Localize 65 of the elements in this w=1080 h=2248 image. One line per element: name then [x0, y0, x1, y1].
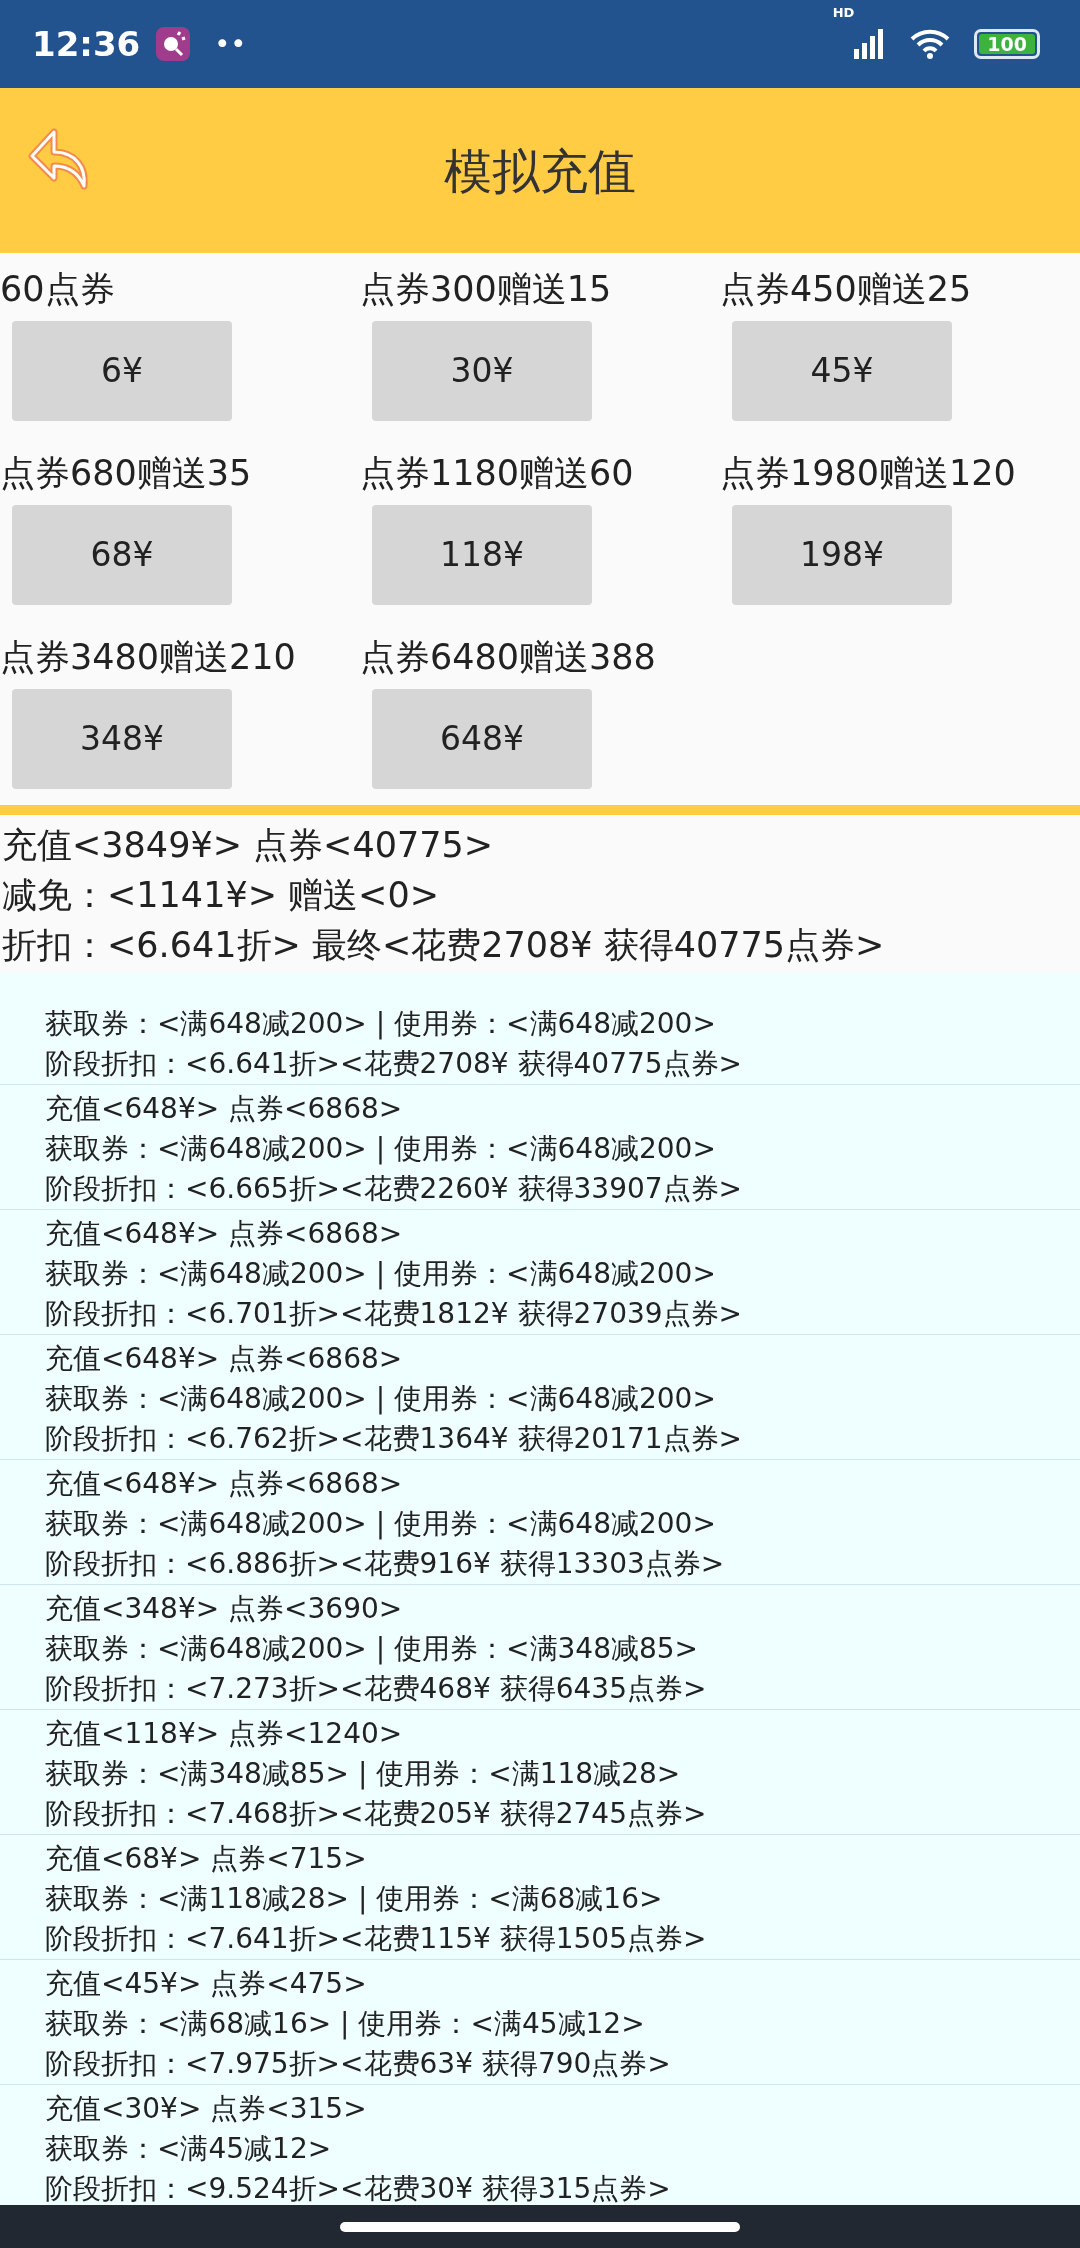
step-text: 获取券：<满45减12>	[45, 2131, 333, 2167]
step-text: 阶段折扣：<6.886折><花费916¥ 获得13303点券>	[45, 1546, 726, 1582]
package-label: 点券300赠送15	[360, 268, 612, 311]
step-text: 阶段折扣：<7.641折><花费115¥ 获得1505点券>	[45, 1921, 708, 1957]
step-text: 充值<648¥> 点券<6868>	[45, 1216, 404, 1252]
step-row[interactable]: 充值<648¥> 点券<6868> 获取券：<满648减200> | 使用券：<满648减200> 阶段折扣：<6.701折><花费1812¥ 获得27039点券>	[0, 1210, 1080, 1335]
price-button[interactable]: 348¥	[12, 689, 232, 789]
step-row[interactable]: 充值<648¥> 点券<6868> 获取券：<满648减200> | 使用券：<满648减200> 阶段折扣：<6.762折><花费1364¥ 获得20171点券>	[0, 1335, 1080, 1460]
home-indicator[interactable]	[340, 2221, 740, 2232]
step-text: 充值<68¥> 点券<715>	[45, 1841, 368, 1877]
step-row[interactable]: 充值<68¥> 点券<715> 获取券：<满118减28> | 使用券：<满68减16> 阶段折扣：<7.641折><花费115¥ 获得1505点券>	[0, 1835, 1080, 1960]
price-button[interactable]: 30¥	[372, 321, 592, 421]
summary-line: 折扣：<6.641折> 最终<花费2708¥ 获得40775点券>	[2, 924, 886, 967]
price-button[interactable]: 198¥	[732, 505, 952, 605]
package-label: 点券450赠送25	[720, 268, 972, 311]
step-text: 充值<648¥> 点券<6868>	[45, 1091, 404, 1127]
step-text: 阶段折扣：<7.273折><花费468¥ 获得6435点券>	[45, 1671, 708, 1707]
step-text: 阶段折扣：<7.975折><花费63¥ 获得790点券>	[45, 2046, 672, 2082]
price-button[interactable]: 45¥	[732, 321, 952, 421]
price-button[interactable]: 68¥	[12, 505, 232, 605]
step-text: 充值<118¥> 点券<1240>	[45, 1716, 404, 1752]
step-text: 充值<30¥> 点券<315>	[45, 2091, 368, 2127]
package-label: 点券680赠送35	[0, 452, 252, 495]
network-label: HD	[832, 6, 855, 19]
step-text: 获取券：<满348减85> | 使用券：<满118减28>	[45, 1756, 682, 1792]
package-label: 点券3480赠送210	[0, 636, 296, 679]
step-text: 阶段折扣：<6.701折><花费1812¥ 获得27039点券>	[45, 1296, 744, 1332]
step-text: 获取券：<满648减200> | 使用券：<满648减200>	[45, 1131, 717, 1167]
step-text: 阶段折扣：<9.524折><花费30¥ 获得315点券>	[45, 2171, 672, 2205]
package-label: 点券1180赠送60	[360, 452, 634, 495]
summary-line: 减免：<1141¥> 赠送<0>	[2, 874, 441, 917]
step-row[interactable]: 充值<648¥> 点券<6868> 获取券：<满648减200> | 使用券：<满648减200> 阶段折扣：<6.886折><花费916¥ 获得13303点券>	[0, 1460, 1080, 1585]
step-row[interactable]: 获取券：<满648减200> | 使用券：<满648减200> 阶段折扣：<6.641折><花费2708¥ 获得40775点券>	[0, 973, 1080, 1085]
step-text: 充值<348¥> 点券<3690>	[45, 1591, 404, 1627]
wifi-icon	[910, 29, 951, 59]
page-title: 模拟充值	[444, 141, 636, 201]
status-time: 12:36	[32, 22, 141, 66]
status-dots: ••	[214, 26, 247, 61]
step-text: 获取券：<满648减200> | 使用券：<满648减200>	[45, 1006, 717, 1042]
app-icon	[156, 27, 191, 61]
step-text: 充值<45¥> 点券<475>	[45, 1966, 368, 2002]
step-text: 阶段折扣：<6.762折><花费1364¥ 获得20171点券>	[45, 1421, 744, 1457]
step-text: 获取券：<满648减200> | 使用券：<满648减200>	[45, 1506, 717, 1542]
step-row[interactable]: 充值<45¥> 点券<475> 获取券：<满68减16> | 使用券：<满45减12> 阶段折扣：<7.975折><花费63¥ 获得790点券>	[0, 1960, 1080, 2085]
step-text: 充值<648¥> 点券<6868>	[45, 1466, 404, 1502]
step-text: 获取券：<满68减16> | 使用券：<满45减12>	[45, 2006, 646, 2042]
step-row[interactable]: 充值<118¥> 点券<1240> 获取券：<满348减85> | 使用券：<满118减28> 阶段折扣：<7.468折><花费205¥ 获得2745点券>	[0, 1710, 1080, 1835]
package-label: 点券1980赠送120	[720, 452, 1016, 495]
step-text: 充值<648¥> 点券<6868>	[45, 1341, 404, 1377]
battery-level: 100	[979, 34, 1035, 54]
price-button[interactable]: 118¥	[372, 505, 592, 605]
step-text: 阶段折扣：<7.468折><花费205¥ 获得2745点券>	[45, 1796, 708, 1832]
step-row[interactable]: 充值<348¥> 点券<3690> 获取券：<满648减200> | 使用券：<满348减85> 阶段折扣：<7.273折><花费468¥ 获得6435点券>	[0, 1585, 1080, 1710]
step-text: 获取券：<满118减28> | 使用券：<满68减16>	[45, 1881, 664, 1917]
step-text: 阶段折扣：<6.665折><花费2260¥ 获得33907点券>	[45, 1171, 744, 1207]
step-text: 阶段折扣：<6.641折><花费2708¥ 获得40775点券>	[45, 1046, 744, 1082]
step-text: 获取券：<满648减200> | 使用券：<满648减200>	[45, 1256, 717, 1292]
price-button[interactable]: 6¥	[12, 321, 232, 421]
step-row[interactable]: 充值<648¥> 点券<6868> 获取券：<满648减200> | 使用券：<满648减200> 阶段折扣：<6.665折><花费2260¥ 获得33907点券>	[0, 1085, 1080, 1210]
package-label: 点券6480赠送388	[360, 636, 656, 679]
summary-line: 充值<3849¥> 点券<40775>	[2, 824, 495, 867]
package-label: 60点券	[0, 268, 115, 311]
price-button[interactable]: 648¥	[372, 689, 592, 789]
step-text: 获取券：<满648减200> | 使用券：<满348减85>	[45, 1631, 700, 1667]
step-text: 获取券：<满648减200> | 使用券：<满648减200>	[45, 1381, 717, 1417]
